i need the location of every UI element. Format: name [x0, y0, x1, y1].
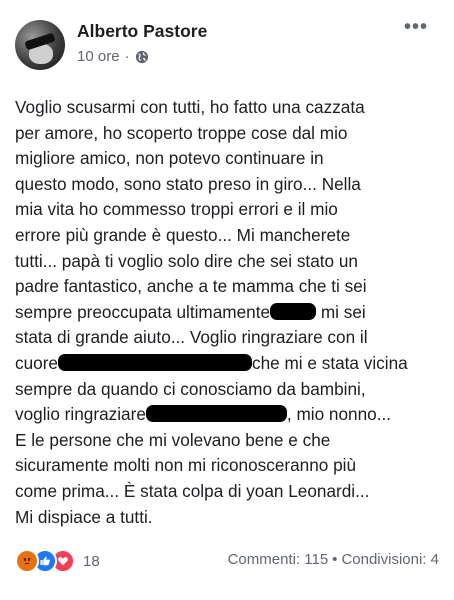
line-text: , mio nonno... — [286, 404, 392, 425]
post-line: sempre da quando ci conosciamo da bambin… — [15, 378, 366, 399]
shares-count[interactable]: Condivisioni: 4 — [341, 551, 439, 568]
post-line: Mi dispiace a tutti. — [15, 506, 153, 527]
author-name[interactable]: Alberto Pastore — [77, 21, 207, 42]
post-line: errore più grande è questo... Mi mancher… — [15, 224, 351, 245]
stats-separator: • — [332, 551, 338, 568]
post-line: stata di grande aiuto... Voglio ringrazi… — [15, 327, 368, 348]
reaction-count: 18 — [83, 552, 100, 570]
comments-count[interactable]: Commenti: 115 — [228, 551, 329, 568]
globe-icon[interactable] — [135, 50, 149, 64]
line-text: voglio ringraziare — [15, 404, 146, 425]
angry-reaction-icon — [15, 549, 39, 573]
redaction-bar — [145, 405, 287, 423]
post-line: voglio ringraziare , mio nonno... — [15, 402, 445, 428]
line-text: che mi e stata vicina — [252, 352, 408, 373]
post-line: E le persone che mi volevano bene e che — [15, 429, 331, 450]
redaction-bar — [58, 353, 252, 371]
post-line: sicuramente molti non mi riconosceranno … — [15, 455, 357, 476]
post-meta: 10 ore · — [77, 48, 149, 65]
post-line: cuore che mi e stata vicina — [15, 351, 445, 377]
more-options-icon[interactable]: ••• — [404, 17, 428, 37]
line-text: cuore — [15, 352, 58, 373]
post-line: mia vita ho commesso troppi errori e il … — [15, 199, 338, 220]
line-text: sempre preoccupata ultimamente — [15, 301, 271, 322]
post-line: sempre preoccupata ultimamente mi sei — [15, 300, 445, 326]
reactions-summary[interactable]: 18 — [15, 549, 100, 573]
meta-separator: · — [124, 48, 130, 65]
post-line: Voglio scusarmi con tutti, ho fatto una … — [15, 97, 365, 117]
avatar[interactable] — [15, 20, 65, 70]
redaction-bar — [270, 302, 317, 320]
post-line: questo modo, sono stato preso in giro...… — [15, 173, 361, 194]
line-text: mi sei — [316, 301, 366, 322]
post-line: per amore, ho scoperto troppe cose dal m… — [15, 122, 348, 143]
post-line: padre fantastico, anche a te mamma che t… — [15, 276, 367, 297]
post-line: come prima... È stata colpa di yoan Leon… — [15, 480, 370, 501]
post-body: Voglio scusarmi con tutti, ho fatto una … — [15, 95, 445, 530]
post-time[interactable]: 10 ore — [77, 48, 120, 65]
engagement-stats: Commenti: 115 • Condivisioni: 4 — [228, 551, 439, 568]
post-line: tutti... papà ti voglio solo dire che se… — [15, 250, 358, 271]
post-line: migliore amico, non potevo continuare in — [15, 148, 324, 169]
